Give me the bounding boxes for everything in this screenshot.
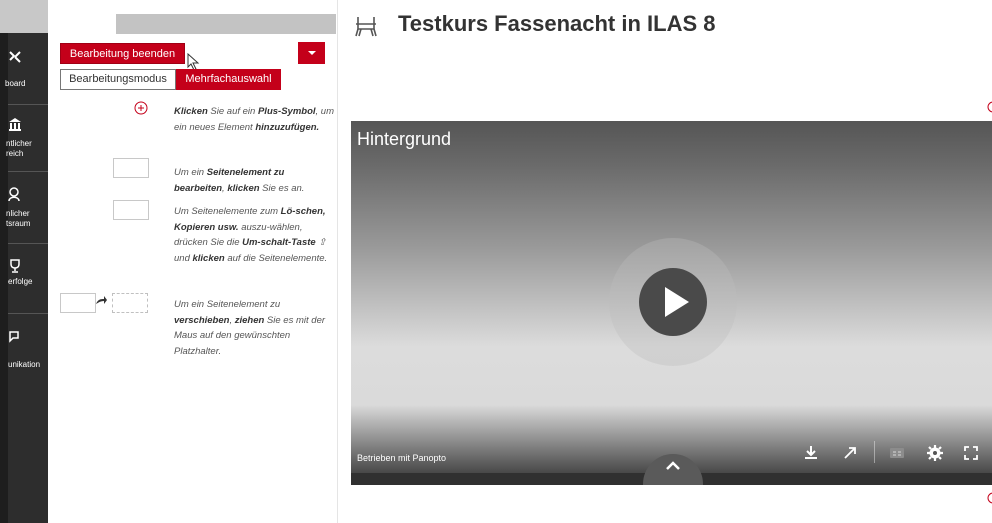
download-icon[interactable] bbox=[802, 444, 820, 462]
editing-mode-toggle[interactable]: Bearbeitungsmodus bbox=[60, 69, 176, 90]
video-title: Hintergrund bbox=[357, 129, 452, 149]
captions-icon[interactable] bbox=[888, 444, 906, 462]
open-external-icon[interactable] bbox=[841, 444, 859, 462]
element-placeholder-box bbox=[113, 158, 149, 178]
editing-slate: Bearbeitung beenden Bearbeitungsmodus Me… bbox=[48, 0, 338, 523]
add-element-plus-icon[interactable] bbox=[985, 492, 992, 504]
nav-label: board bbox=[5, 79, 26, 88]
help-move-element: Um ein Seitenelement zu verschieben, zie… bbox=[174, 299, 326, 357]
nav-item-personal[interactable]: nlicher tsraum bbox=[0, 187, 48, 237]
institution-icon bbox=[9, 118, 21, 131]
nav-divider bbox=[8, 243, 48, 244]
video-player[interactable]: Hintergrund Betrieben mit Panopto bbox=[351, 121, 992, 485]
settings-icon[interactable] bbox=[926, 444, 944, 462]
slate-header bbox=[116, 14, 336, 34]
nav-item-achievements[interactable]: erfolge bbox=[0, 259, 48, 299]
element-placeholder-box bbox=[113, 200, 149, 220]
nav-label: nlicher tsraum bbox=[6, 209, 31, 228]
help-select-elements: Um Seitenelemente zum Lö-schen, Kopieren… bbox=[174, 206, 328, 264]
controls-divider bbox=[874, 441, 875, 463]
play-button[interactable] bbox=[639, 268, 707, 336]
trophy-icon bbox=[10, 259, 20, 273]
add-element-plus-icon[interactable] bbox=[985, 101, 992, 113]
fullscreen-icon[interactable] bbox=[962, 444, 980, 462]
plus-circle-icon bbox=[134, 101, 148, 115]
nav-divider bbox=[8, 313, 48, 314]
nav-item-dashboard[interactable]: board bbox=[0, 50, 48, 100]
help-add-element: Klicken Sie auf ein Plus-Symbol, um ein … bbox=[174, 106, 334, 133]
page: board ntlicher reich nlicher tsraum erfo… bbox=[0, 0, 992, 523]
dashboard-icon bbox=[9, 51, 21, 63]
end-editing-button[interactable]: Bearbeitung beenden bbox=[60, 43, 185, 64]
nav-label: erfolge bbox=[8, 277, 33, 286]
nav-item-communication[interactable]: unikation bbox=[0, 330, 48, 370]
nav-divider bbox=[8, 104, 48, 105]
page-title: Testkurs Fassenacht in ILAS 8 bbox=[398, 11, 716, 36]
nav-divider bbox=[8, 171, 48, 172]
nav-label: unikation bbox=[8, 360, 41, 369]
chat-icon bbox=[9, 331, 19, 343]
main-menu-sidebar: board ntlicher reich nlicher tsraum erfo… bbox=[0, 0, 48, 523]
expand-controls-button[interactable] bbox=[643, 454, 703, 485]
multi-select-toggle[interactable]: Mehrfachauswahl bbox=[176, 69, 281, 90]
powered-by-label: Betrieben mit Panopto bbox=[357, 453, 447, 463]
nav-item-institution[interactable]: ntlicher reich bbox=[0, 117, 48, 167]
arrow-right-icon bbox=[96, 296, 107, 304]
element-placeholder-box bbox=[60, 293, 96, 313]
search-person-icon bbox=[8, 187, 20, 201]
nav-label: ntlicher reich bbox=[6, 139, 32, 158]
editing-dropdown-button[interactable] bbox=[298, 42, 325, 64]
course-icon bbox=[355, 17, 377, 37]
sidebar-header bbox=[0, 0, 48, 33]
help-edit-element: Um ein Seitenelement zu bearbeiten, klic… bbox=[174, 167, 305, 194]
drop-placeholder-box bbox=[112, 293, 148, 313]
chevron-up-icon bbox=[666, 461, 680, 470]
